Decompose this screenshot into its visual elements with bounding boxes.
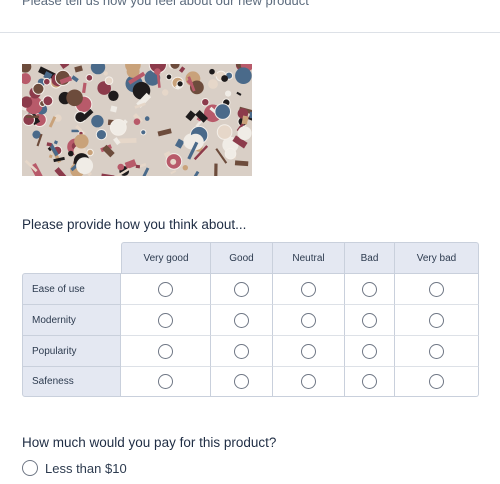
- column-header-bad: Bad: [345, 242, 395, 273]
- radio-popularity-neutral[interactable]: [301, 343, 316, 359]
- radio-safeness-bad[interactable]: [362, 374, 377, 389]
- radio-modernity-very-good[interactable]: [158, 312, 173, 328]
- radio-modernity-good[interactable]: [234, 312, 249, 328]
- radio-safeness-good[interactable]: [234, 374, 249, 389]
- radio-ease-of-use-good[interactable]: [234, 281, 249, 297]
- radio-popularity-good[interactable]: [234, 343, 249, 359]
- price-option-less-than-10[interactable]: Less than $10: [22, 460, 127, 476]
- radio-safeness-very-bad[interactable]: [429, 374, 444, 389]
- radio-modernity-very-bad[interactable]: [429, 312, 444, 328]
- survey-description: Please tell us how you feel about our ne…: [22, 0, 309, 8]
- product-image: [22, 64, 252, 176]
- radio-modernity-neutral[interactable]: [301, 312, 316, 328]
- radio-less-than-10[interactable]: [22, 460, 38, 476]
- column-header-very-bad: Very bad: [395, 242, 479, 273]
- matrix-row-safeness: Safeness: [22, 366, 479, 397]
- row-label-safeness: Safeness: [22, 366, 121, 397]
- rating-matrix: Very good Good Neutral Bad Very bad Ease…: [22, 242, 479, 397]
- row-label-popularity: Popularity: [22, 335, 121, 366]
- column-header-good: Good: [211, 242, 273, 273]
- radio-popularity-bad[interactable]: [362, 343, 377, 359]
- cosmetics-photo-icon: [22, 64, 252, 176]
- radio-popularity-very-bad[interactable]: [429, 343, 444, 359]
- radio-ease-of-use-neutral[interactable]: [301, 281, 316, 297]
- radio-safeness-very-good[interactable]: [158, 374, 173, 389]
- option-label-less-than-10: Less than $10: [45, 460, 127, 476]
- matrix-question-title: Please provide how you think about...: [22, 217, 247, 232]
- matrix-row-ease-of-use: Ease of use: [22, 273, 479, 304]
- survey-page: Please tell us how you feel about our ne…: [0, 0, 500, 484]
- row-label-modernity: Modernity: [22, 304, 121, 335]
- radio-ease-of-use-very-good[interactable]: [158, 281, 173, 297]
- column-header-neutral: Neutral: [273, 242, 345, 273]
- radio-ease-of-use-bad[interactable]: [362, 281, 377, 297]
- matrix-row-modernity: Modernity: [22, 304, 479, 335]
- matrix-header-row: Very good Good Neutral Bad Very bad: [22, 242, 479, 273]
- matrix-row-popularity: Popularity: [22, 335, 479, 366]
- header-divider: [0, 32, 500, 33]
- radio-modernity-bad[interactable]: [362, 312, 377, 328]
- radio-safeness-neutral[interactable]: [301, 374, 316, 389]
- radio-popularity-very-good[interactable]: [158, 343, 173, 359]
- price-question-title: How much would you pay for this product?: [22, 435, 277, 450]
- row-label-ease-of-use: Ease of use: [22, 273, 121, 304]
- radio-ease-of-use-very-bad[interactable]: [429, 281, 444, 297]
- column-header-very-good: Very good: [121, 242, 211, 273]
- matrix-corner: [22, 242, 121, 273]
